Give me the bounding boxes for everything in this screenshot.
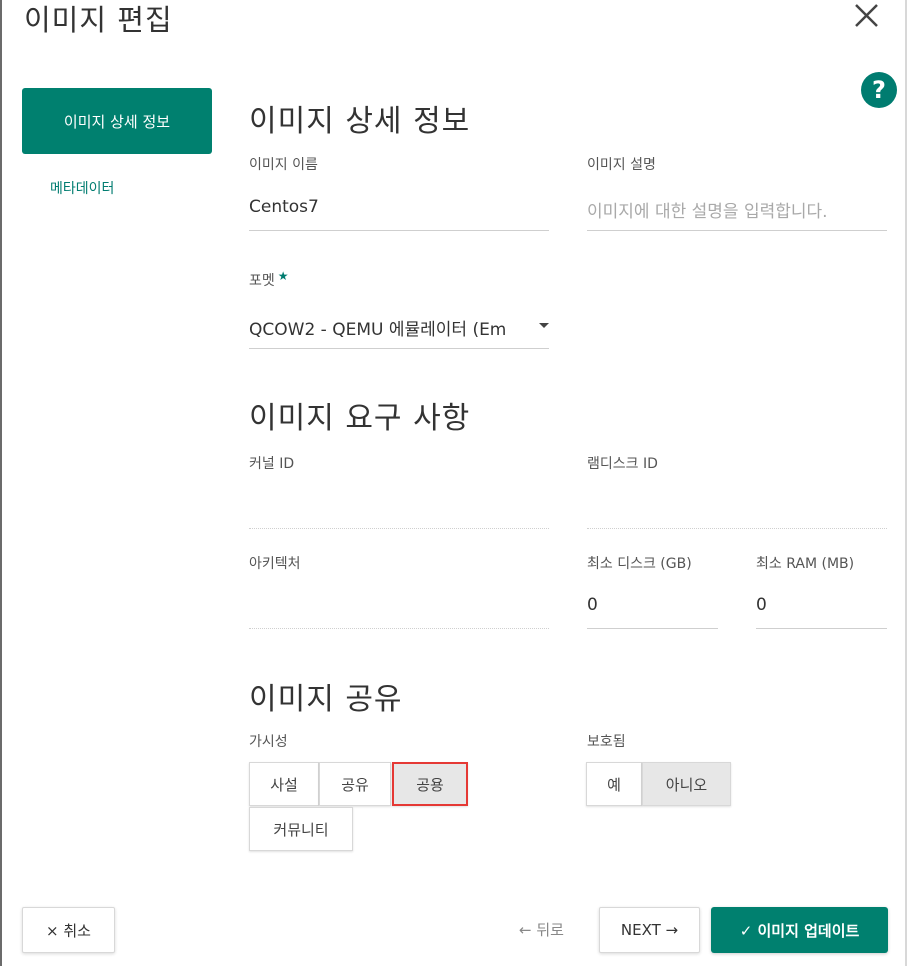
min-disk-input[interactable]: 0 [587,595,718,629]
visibility-label: 가시성 [249,734,288,750]
section-heading-requirements: 이미지 요구 사항 [249,401,471,436]
cancel-button[interactable]: × 취소 [22,907,115,953]
kernel-id-label: 커널 ID [249,456,295,472]
format-label: 포멧 ★ [249,269,289,290]
help-icon[interactable]: ? [861,72,897,108]
protected-label: 보호됨 [587,734,626,750]
nav-item-label: 이미지 상세 정보 [63,112,171,131]
modal-title: 이미지 편집 [24,3,173,37]
protected-toggle-group: 예 아니오 [586,762,731,806]
architecture-label: 아키텍처 [249,556,301,572]
ramdisk-id-label: 램디스크 ID [587,456,658,472]
edit-image-modal: 이미지 편집 ? 이미지 상세 정보 메타데이터 이미지 상세 정보 이미지 이… [0,0,907,966]
update-image-button[interactable]: ✓ 이미지 업데이트 [711,907,888,953]
image-name-label: 이미지 이름 [249,157,318,173]
image-description-label: 이미지 설명 [587,157,656,173]
min-ram-label: 최소 RAM (MB) [756,556,855,572]
back-button[interactable]: ← 뒤로 [519,919,564,940]
caret-down-icon [539,323,549,328]
min-disk-label: 최소 디스크 (GB) [587,556,692,572]
section-heading-details: 이미지 상세 정보 [249,104,471,139]
image-description-input[interactable]: 이미지에 대한 설명을 입력합니다. [587,197,887,231]
visibility-shared-button[interactable]: 공유 [319,762,391,806]
architecture-input[interactable] [249,595,549,629]
visibility-public-button[interactable]: 공용 [392,762,468,806]
protected-yes-button[interactable]: 예 [586,762,642,806]
image-name-input[interactable]: Centos7 [249,197,549,231]
required-star-icon: ★ [277,269,289,283]
visibility-toggle-group: 사설 공유 공용 [249,762,468,806]
min-ram-input[interactable]: 0 [756,595,887,629]
ramdisk-id-input[interactable] [587,495,887,529]
close-icon[interactable] [850,0,882,32]
nav-item-metadata[interactable]: 메타데이터 [50,178,114,198]
next-button[interactable]: NEXT → [599,907,700,953]
kernel-id-input[interactable] [249,495,549,529]
format-select-value: QCOW2 - QEMU 에뮬레이터 (Em [249,320,507,340]
section-heading-sharing: 이미지 공유 [249,682,403,717]
visibility-toggle-group-row2: 커뮤니티 [249,807,353,851]
visibility-community-button[interactable]: 커뮤니티 [249,807,353,851]
format-label-text: 포멧 [249,273,275,289]
visibility-private-button[interactable]: 사설 [249,762,319,806]
protected-no-button[interactable]: 아니오 [642,762,731,806]
format-select[interactable]: QCOW2 - QEMU 에뮬레이터 (Em [249,315,549,349]
nav-item-image-details[interactable]: 이미지 상세 정보 [22,88,212,154]
